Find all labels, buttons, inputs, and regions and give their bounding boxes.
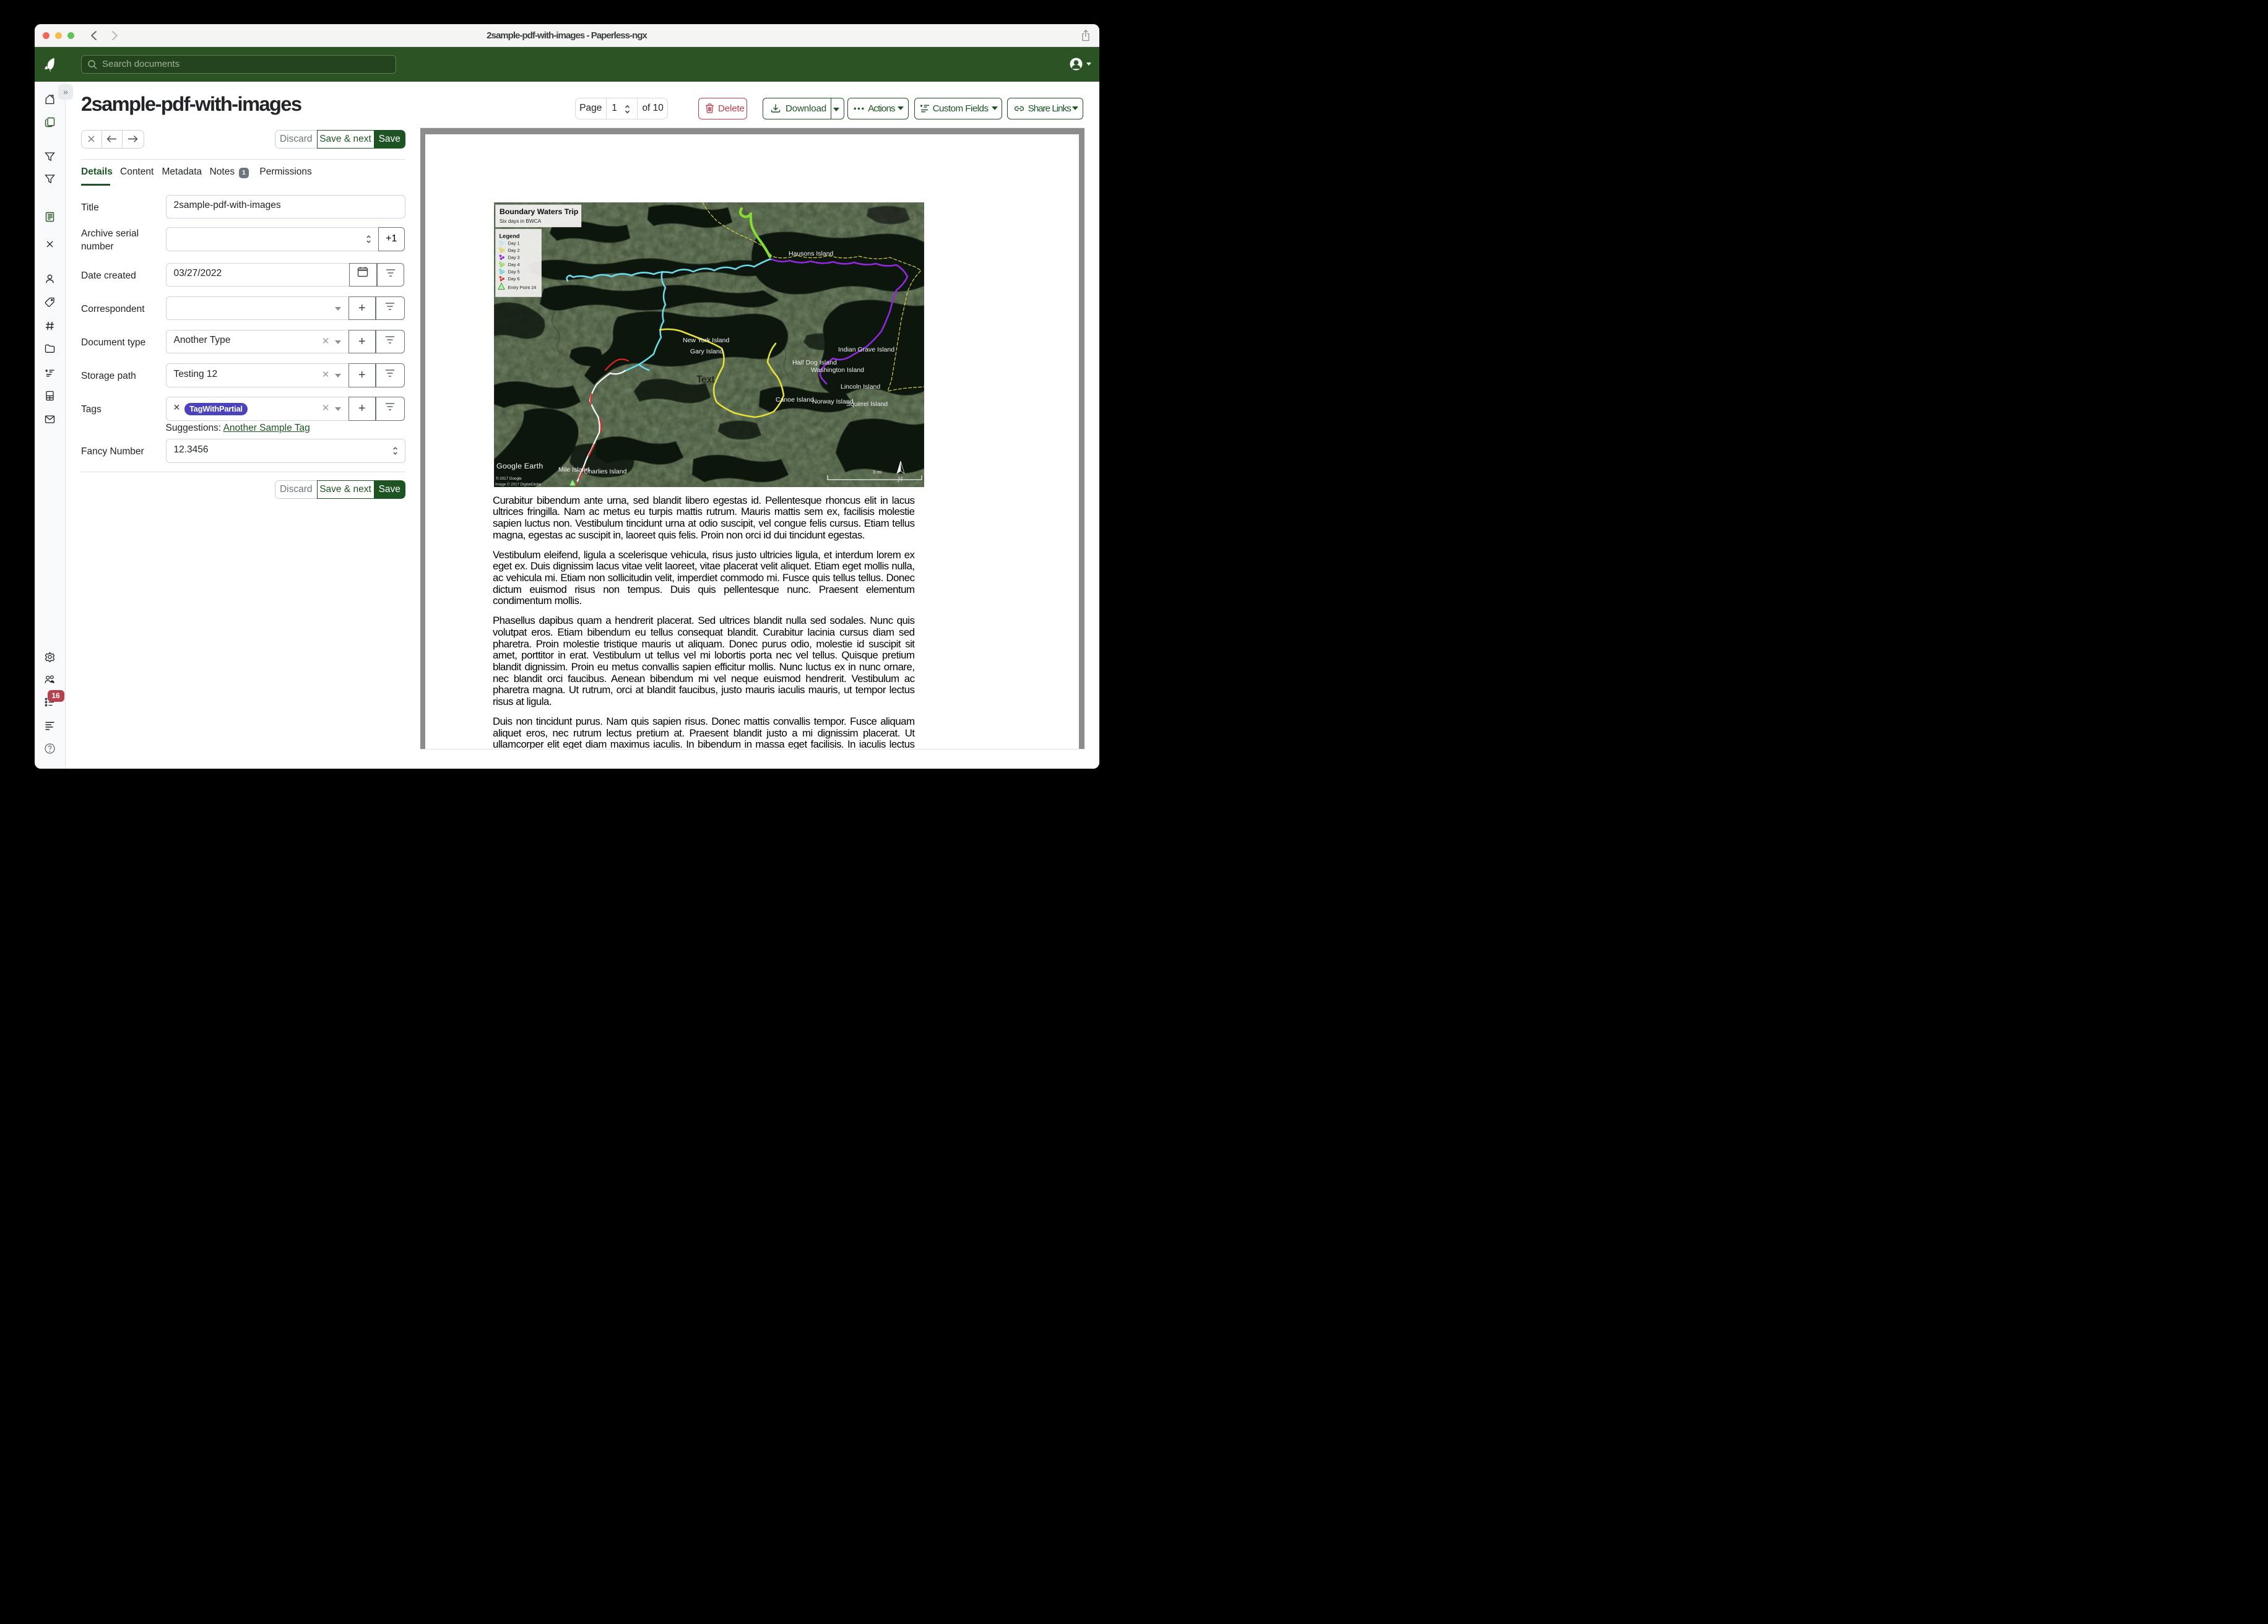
svg-text:Day 3: Day 3 — [508, 255, 519, 261]
svg-text:Day 2: Day 2 — [508, 248, 519, 253]
svg-text:Boundary Waters Trip: Boundary Waters Trip — [500, 207, 578, 216]
svg-text:Canoe Island: Canoe Island — [776, 396, 814, 404]
svg-text:Image © 2017 DigitalGlobe: Image © 2017 DigitalGlobe — [495, 483, 542, 487]
svg-text:Day 6: Day 6 — [508, 276, 519, 282]
svg-text:New York Island: New York Island — [683, 337, 729, 344]
svg-text:3 mi: 3 mi — [873, 469, 882, 475]
svg-text:Indian Grave Island: Indian Grave Island — [838, 346, 894, 353]
svg-text:© 2017 Google: © 2017 Google — [496, 477, 522, 481]
svg-text:Legend: Legend — [499, 233, 519, 240]
svg-text:Hausons Island: Hausons Island — [789, 250, 834, 257]
svg-text:N: N — [897, 475, 903, 483]
svg-text:Half Dog Island: Half Dog Island — [792, 359, 837, 366]
svg-text:Day 1: Day 1 — [508, 241, 519, 246]
svg-text:Washington Island: Washington Island — [811, 366, 864, 374]
svg-text:Google Earth: Google Earth — [496, 462, 543, 470]
svg-text:Lincoln Island: Lincoln Island — [841, 383, 880, 391]
svg-text:Gary Island: Gary Island — [690, 348, 724, 355]
svg-text:Entry Point 24: Entry Point 24 — [508, 285, 536, 290]
svg-text:Charlies Island: Charlies Island — [584, 468, 627, 475]
svg-text:Day 5: Day 5 — [508, 269, 519, 275]
svg-text:Squirrel Island: Squirrel Island — [846, 400, 888, 408]
svg-text:Six days in BWCA: Six days in BWCA — [500, 218, 542, 224]
svg-text:Day 4: Day 4 — [508, 262, 519, 267]
svg-text:Text: Text — [696, 374, 715, 385]
